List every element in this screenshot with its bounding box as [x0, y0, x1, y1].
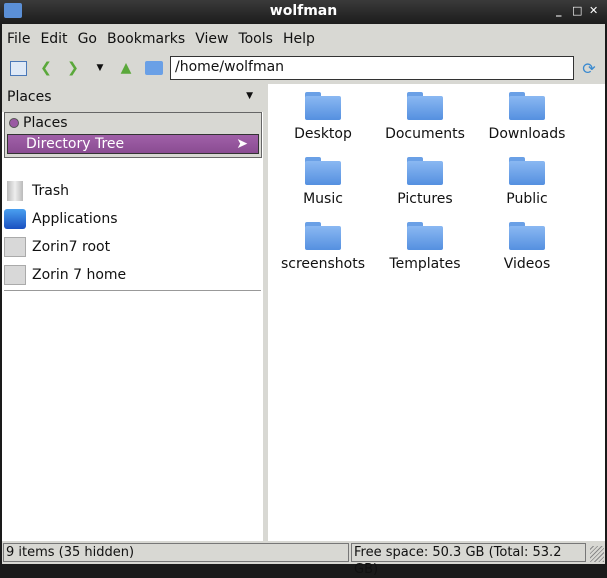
file-label: Pictures — [397, 191, 453, 207]
folder-documents[interactable]: Documents — [375, 92, 475, 142]
menu-go[interactable]: Go — [73, 28, 102, 52]
menu-edit[interactable]: Edit — [35, 28, 72, 52]
folder-pictures[interactable]: Pictures — [375, 157, 475, 207]
maximize-button[interactable]: □ — [572, 4, 582, 17]
place-trash[interactable]: Trash — [4, 177, 69, 205]
chevron-down-icon: ▼ — [246, 91, 253, 101]
place-label: Trash — [32, 183, 69, 199]
file-manager-window: File Edit Go Bookmarks View Tools Help ❮… — [2, 24, 605, 577]
folder-icon — [509, 157, 545, 185]
folder-downloads[interactable]: Downloads — [477, 92, 577, 142]
place-label: Applications — [32, 211, 118, 227]
file-label: Public — [506, 191, 548, 207]
place-zorin7-home[interactable]: Zorin 7 home — [4, 261, 126, 289]
close-button[interactable]: ✕ — [589, 4, 598, 17]
toolbar: ❮ ❯ ▼ ▲ /home/wolfman ⟳ — [2, 54, 605, 82]
title-bar: wolfman _ □ ✕ — [0, 0, 607, 24]
folder-screenshots[interactable]: screenshots — [273, 222, 373, 272]
menu-file[interactable]: File — [2, 28, 35, 52]
up-button[interactable]: ▲ — [116, 58, 136, 78]
folder-videos[interactable]: Videos — [477, 222, 577, 272]
free-space-status: Free space: 50.3 GB (Total: 53.2 GB) — [351, 543, 586, 577]
folder-desktop[interactable]: Desktop — [273, 92, 373, 142]
menu-help[interactable]: Help — [278, 28, 320, 52]
file-view: Desktop Documents Downloads Music Pictur… — [268, 84, 605, 541]
folder-icon — [407, 92, 443, 120]
radio-dot-icon — [9, 118, 19, 128]
home-button[interactable] — [144, 58, 164, 78]
folder-icon — [407, 157, 443, 185]
side-pane: Places ▼ Places Directory Tree ➤ Trash App… — [2, 84, 263, 541]
forward-button[interactable]: ❯ — [63, 58, 83, 78]
minimize-button[interactable]: _ — [556, 4, 562, 17]
status-bar: 9 items (35 hidden) Free space: 50.3 GB … — [2, 542, 605, 577]
mouse-cursor-icon: ➤ — [236, 136, 248, 152]
folder-icon — [305, 222, 341, 250]
place-applications[interactable]: Applications — [4, 205, 118, 233]
drive-icon — [4, 237, 26, 257]
chevron-down-icon: ▼ — [96, 63, 104, 73]
file-label: Music — [303, 191, 343, 207]
folder-music[interactable]: Music — [273, 157, 373, 207]
menu-tools[interactable]: Tools — [233, 28, 278, 52]
side-pane-selector[interactable]: Places ▼ — [2, 84, 263, 112]
back-button[interactable]: ❮ — [36, 58, 56, 78]
back-arrow-icon: ❮ — [40, 60, 52, 76]
new-window-icon — [9, 60, 27, 76]
file-label: Desktop — [294, 126, 352, 142]
trash-icon — [7, 181, 23, 201]
folder-icon — [509, 92, 545, 120]
folder-public[interactable]: Public — [477, 157, 577, 207]
folder-templates[interactable]: Templates — [375, 222, 475, 272]
resize-grip[interactable] — [590, 546, 604, 562]
dropdown-option-directory-tree[interactable]: Directory Tree ➤ — [7, 134, 259, 154]
divider — [4, 290, 261, 291]
place-label: Zorin7 root — [32, 239, 111, 255]
place-zorin7-root[interactable]: Zorin7 root — [4, 233, 110, 261]
file-label: screenshots — [280, 256, 366, 272]
history-dropdown-button[interactable]: ▼ — [90, 58, 110, 78]
refresh-icon: ⟳ — [582, 58, 596, 78]
file-label: Downloads — [488, 126, 566, 142]
folder-icon — [305, 157, 341, 185]
option-label: Directory Tree — [26, 136, 125, 152]
new-tab-button[interactable] — [8, 58, 28, 78]
menu-bar: File Edit Go Bookmarks View Tools Help — [2, 28, 605, 52]
folder-icon — [407, 222, 443, 250]
forward-arrow-icon: ❯ — [67, 60, 79, 76]
folder-icon — [305, 92, 341, 120]
dropdown-option-places[interactable]: Places — [5, 113, 261, 133]
option-label: Places — [23, 115, 68, 131]
folder-icon — [509, 222, 545, 250]
file-label: Templates — [389, 256, 461, 272]
menu-bookmarks[interactable]: Bookmarks — [102, 28, 190, 52]
file-label: Documents — [385, 126, 465, 142]
applications-icon — [4, 209, 26, 229]
place-label: Zorin 7 home — [32, 267, 127, 283]
address-input[interactable]: /home/wolfman — [170, 56, 574, 80]
menu-view[interactable]: View — [190, 28, 233, 52]
side-pane-selector-label: Places — [7, 89, 52, 105]
item-count-status: 9 items (35 hidden) — [3, 543, 349, 562]
drive-icon — [4, 265, 26, 285]
up-arrow-icon: ▲ — [120, 60, 132, 76]
home-folder-icon — [145, 61, 163, 75]
go-button[interactable]: ⟳ — [579, 58, 599, 78]
window-title: wolfman — [269, 3, 338, 19]
side-pane-dropdown: Places Directory Tree ➤ — [4, 112, 262, 158]
file-label: Videos — [503, 256, 551, 272]
